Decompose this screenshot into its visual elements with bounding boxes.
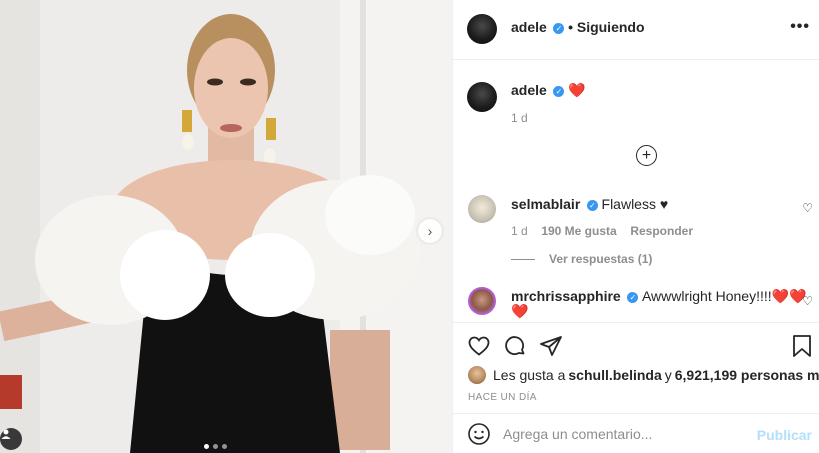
liker-username[interactable]: schull.belinda <box>568 367 661 383</box>
comment-username[interactable]: selmablair <box>511 196 580 212</box>
more-icon: ••• <box>790 18 810 35</box>
post-header: adele ✓ • Siguiendo ••• <box>453 0 819 60</box>
comment-text-continued: ❤️ <box>511 303 529 319</box>
comment-likes[interactable]: 190 Me gusta <box>541 224 616 238</box>
comment-reply-button[interactable]: Responder <box>630 224 693 238</box>
comment-input[interactable] <box>503 426 743 442</box>
like-button[interactable] <box>467 334 491 361</box>
user-tag-icon <box>1 429 11 439</box>
photo-illustration <box>0 0 452 453</box>
carousel-dots <box>204 444 227 449</box>
verified-badge-icon: ✓ <box>553 86 565 97</box>
likes-summary: Les gusta a schull.belinda y 6,921,199 p… <box>468 366 819 384</box>
liker-avatar[interactable] <box>468 366 486 384</box>
carousel-dot <box>222 444 227 449</box>
caption-username[interactable]: adele <box>511 82 547 98</box>
caption-avatar[interactable] <box>467 82 497 112</box>
share-button[interactable] <box>539 334 563 361</box>
chevron-right-icon: › <box>427 223 433 239</box>
caption-text: ❤️ <box>568 82 586 98</box>
heart-outline-icon: ♡ <box>802 294 813 308</box>
view-replies-button[interactable]: Ver respuestas (1) <box>511 252 652 266</box>
user-tag-button[interactable] <box>0 428 22 450</box>
comment-form: Publicar <box>453 413 819 453</box>
bookmark-icon <box>793 335 811 357</box>
post-side-panel: adele ✓ • Siguiendo ••• adele ✓ ❤️ 1 d +… <box>452 0 819 453</box>
emoji-button[interactable] <box>467 422 491 449</box>
heart-outline-icon <box>468 336 490 356</box>
verified-badge-icon: ✓ <box>586 200 598 211</box>
smiley-icon <box>468 423 490 445</box>
carousel-dot <box>213 444 218 449</box>
likes-count[interactable]: 6,921,199 personas más <box>675 367 819 383</box>
carousel-next-button[interactable]: › <box>418 219 442 243</box>
author-username[interactable]: adele <box>511 19 547 35</box>
comment-text: Flawless ♥ <box>601 196 669 212</box>
post-photo[interactable]: › <box>0 0 452 453</box>
post-timestamp[interactable]: HACE UN DÍA <box>468 392 537 403</box>
comment-bubble-icon <box>505 336 525 355</box>
comment-avatar-mrchrissapphire[interactable] <box>468 287 496 315</box>
publish-button[interactable]: Publicar <box>757 427 812 443</box>
save-button[interactable] <box>791 334 813 361</box>
paper-plane-icon <box>540 336 562 356</box>
replies-divider <box>511 258 535 260</box>
comment-avatar-selmablair[interactable] <box>468 195 496 223</box>
comment-like-button[interactable]: ♡ <box>802 201 813 215</box>
comment-like-button[interactable]: ♡ <box>802 294 813 308</box>
load-more-comments-button[interactable]: + <box>636 145 657 166</box>
carousel-dot <box>204 444 209 449</box>
comment-button[interactable] <box>503 334 527 361</box>
plus-circle-icon: + <box>641 146 652 164</box>
heart-outline-icon: ♡ <box>802 201 813 215</box>
verified-badge-icon: ✓ <box>627 292 639 303</box>
follow-state[interactable]: • Siguiendo <box>568 19 644 35</box>
likes-middle: y <box>664 367 672 383</box>
comment-time[interactable]: 1 d <box>511 224 528 238</box>
likes-prefix: Les gusta a <box>493 367 566 383</box>
comment-text: Awwwlright Honey!!!!❤️❤️ <box>641 288 807 304</box>
view-replies-label: Ver respuestas (1) <box>549 252 653 266</box>
comment-username[interactable]: mrchrissapphire <box>511 288 621 304</box>
author-avatar[interactable] <box>467 14 497 44</box>
verified-badge-icon: ✓ <box>553 23 565 34</box>
caption-time[interactable]: 1 d <box>511 111 528 125</box>
more-options-button[interactable]: ••• <box>790 18 810 36</box>
